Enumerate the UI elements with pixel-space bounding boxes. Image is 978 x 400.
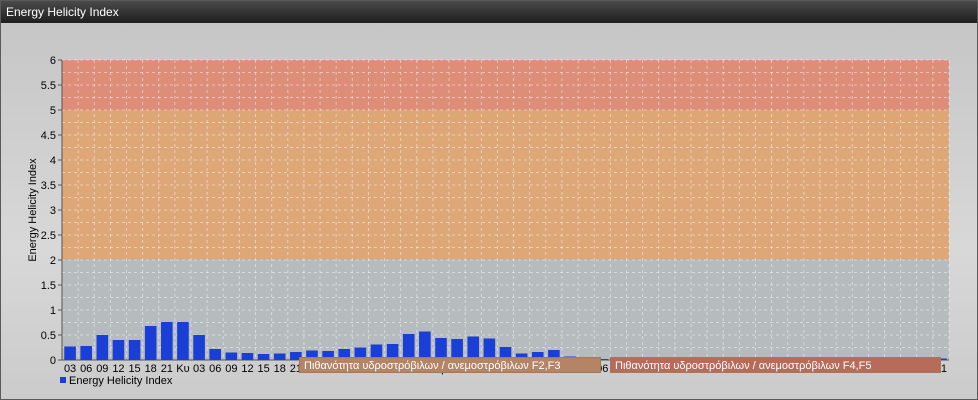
x-tick-label: 15 bbox=[257, 363, 269, 375]
x-tick-label: 15 bbox=[128, 363, 140, 375]
legend-zone-f4f5-label: Πιθανότητα υδροστρόβιλων / ανεμοστρόβιλω… bbox=[615, 360, 872, 372]
y-tick-label: 0 bbox=[50, 355, 56, 367]
y-tick-label: 3 bbox=[50, 205, 56, 217]
legend-zone-f4f5: Πιθανότητα υδροστρόβιλων / ανεμοστρόβιλω… bbox=[610, 357, 941, 373]
x-tick-label: 21 bbox=[161, 363, 173, 375]
bar-4 bbox=[128, 340, 141, 360]
y-tick-label: 1 bbox=[50, 305, 56, 317]
legend-zone-f2f3: Πιθανότητα υδροστρόβιλων / ανεμοστρόβιλω… bbox=[299, 357, 601, 373]
window-title: Energy Helicity Index bbox=[6, 5, 119, 19]
x-tick-label: 12 bbox=[112, 363, 124, 375]
bar-7 bbox=[177, 322, 189, 360]
energy-helicity-chart: 0 0.5 1 1.5 2 2.5 3 3.5 4 4.5 5 5.5 6 Energy Helicity… bbox=[27, 55, 950, 375]
y-tick-label: 1.5 bbox=[41, 280, 56, 292]
bar-0 bbox=[64, 346, 76, 360]
series-legend-swatch bbox=[60, 377, 66, 383]
y-tick-label: 2.5 bbox=[41, 230, 56, 242]
y-axis-label: Energy Helicity Index bbox=[27, 158, 39, 262]
series-legend: Energy Helicity Index bbox=[60, 375, 172, 387]
bar-12 bbox=[257, 354, 270, 360]
bar-5 bbox=[144, 326, 157, 360]
x-tick-label: 18 bbox=[145, 363, 157, 375]
x-tick-label: 06 bbox=[209, 363, 221, 375]
y-tick-label: 6 bbox=[50, 55, 56, 67]
y-tick-label: 4.5 bbox=[41, 130, 56, 142]
y-tick-label: 2 bbox=[50, 255, 56, 267]
bar-3 bbox=[112, 340, 125, 360]
x-tick-label: 03 bbox=[64, 363, 76, 375]
bar-10 bbox=[225, 352, 238, 360]
series-legend-label: Energy Helicity Index bbox=[69, 375, 173, 387]
x-tick-label: 09 bbox=[225, 363, 237, 375]
x-tick-label: 09 bbox=[96, 363, 108, 375]
x-tick-label: 03 bbox=[193, 363, 205, 375]
bar-13 bbox=[273, 353, 286, 360]
x-tick-label: 06 bbox=[80, 363, 92, 375]
bar-1 bbox=[80, 346, 92, 360]
y-tick-label: 4 bbox=[50, 155, 56, 167]
x-tick-label: 18 bbox=[274, 363, 286, 375]
bar-11 bbox=[241, 353, 254, 360]
bar-9 bbox=[209, 349, 222, 360]
y-tick-label: 3.5 bbox=[41, 180, 56, 192]
bar-6 bbox=[161, 322, 173, 360]
x-tick-label: Κυ bbox=[176, 363, 189, 375]
bar-8 bbox=[193, 335, 205, 360]
window-titlebar: Energy Helicity Index bbox=[1, 1, 977, 23]
y-tick-label: 5 bbox=[50, 105, 56, 117]
legend-zone-f2f3-label: Πιθανότητα υδροστρόβιλων / ανεμοστρόβιλω… bbox=[304, 360, 561, 372]
y-tick-label: 0.5 bbox=[41, 330, 56, 342]
bar-22 bbox=[419, 331, 431, 360]
x-tick-label: 12 bbox=[241, 363, 253, 375]
y-tick-label: 5.5 bbox=[41, 80, 56, 92]
bar-2 bbox=[96, 335, 109, 360]
